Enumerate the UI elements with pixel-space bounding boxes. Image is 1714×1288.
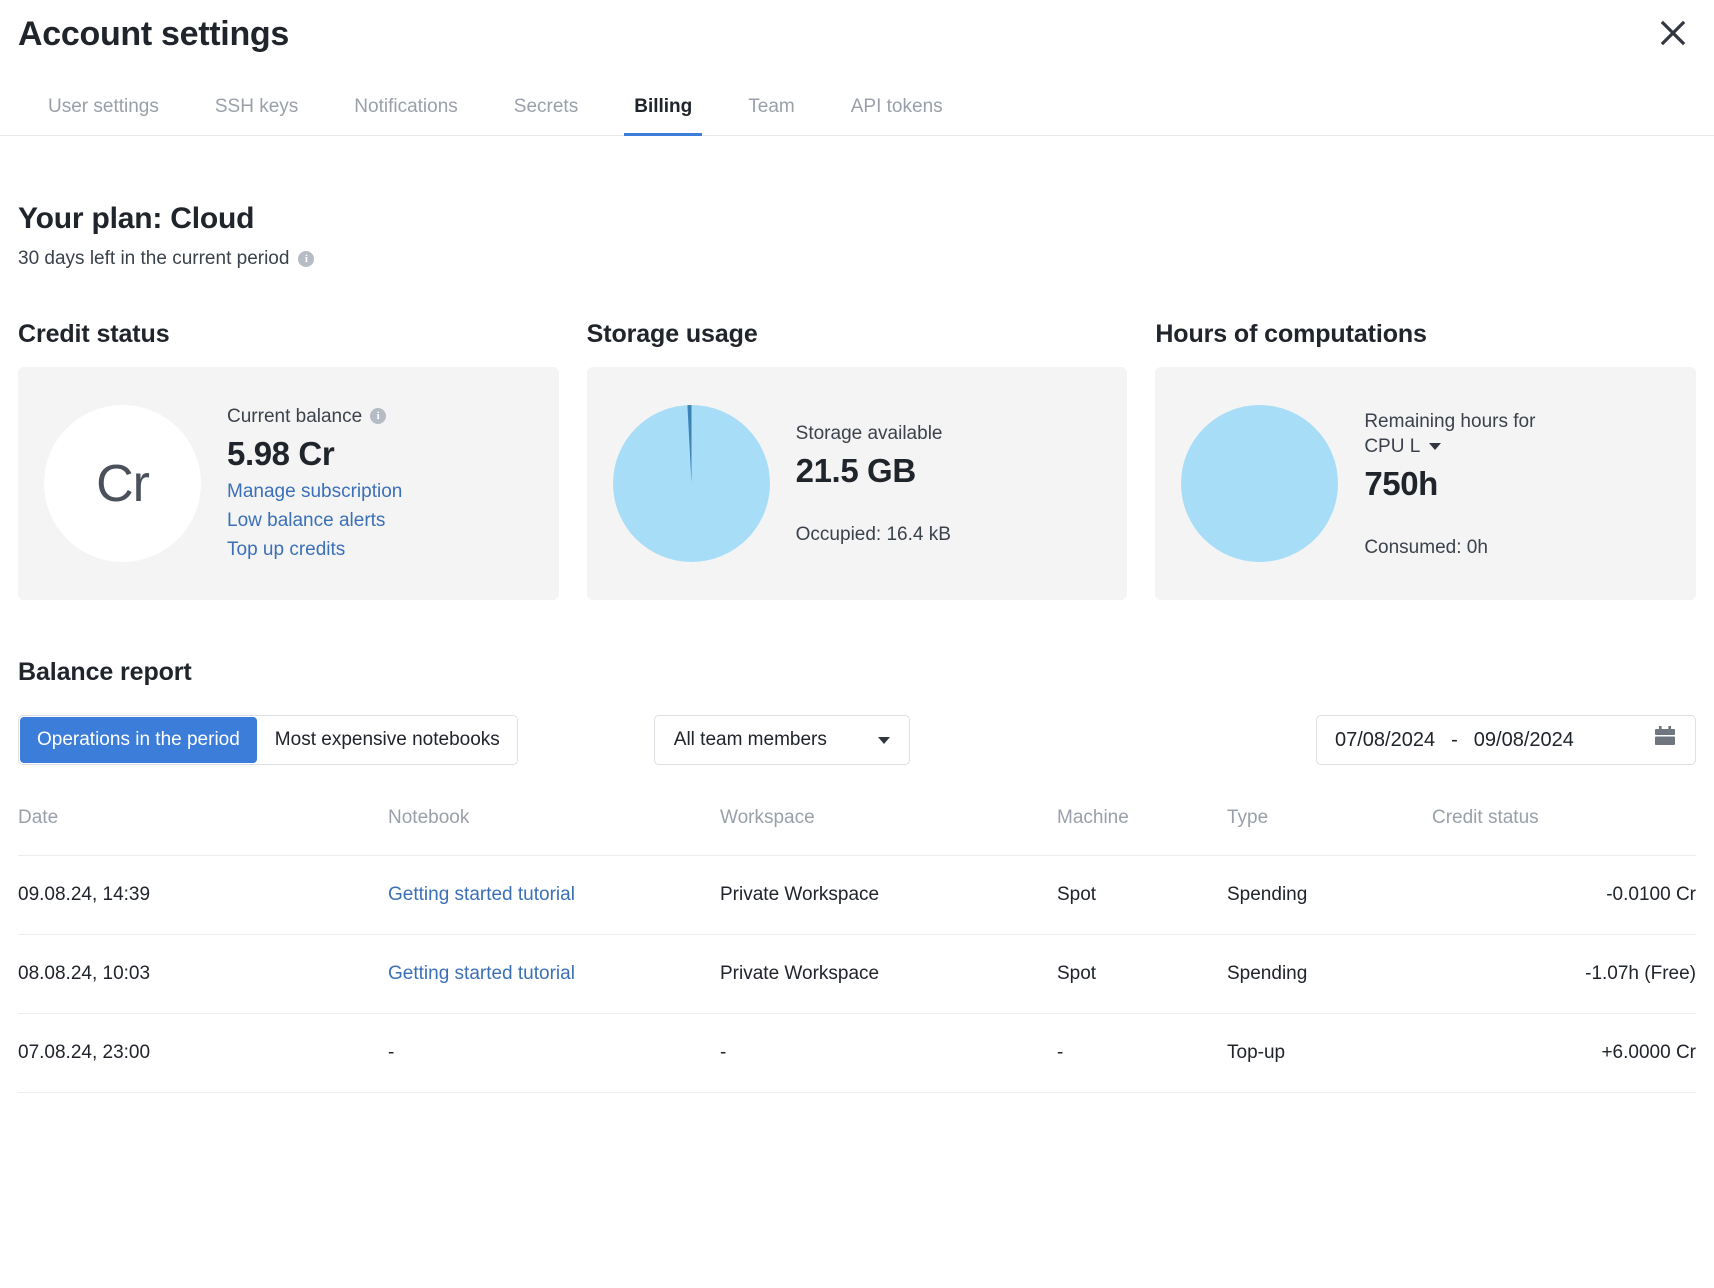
column-header-notebook: Notebook [388,807,720,856]
date-range-separator: - [1451,729,1458,752]
team-member-filter[interactable]: All team members [654,715,910,765]
cell-workspace: Private Workspace [720,856,1057,935]
credit-status-card: Cr Current balance i 5.98 Cr Manage subs… [18,367,559,600]
hours-pie-chart [1181,405,1338,562]
notebook-link[interactable]: Getting started tutorial [388,884,575,905]
tab-ssh-keys[interactable]: SSH keys [187,95,326,135]
table-row: 09.08.24, 14:39 Getting started tutorial… [18,856,1696,935]
tab-secrets[interactable]: Secrets [486,95,606,135]
date-range-picker[interactable]: 07/08/2024 - 09/08/2024 [1316,715,1696,765]
column-header-machine: Machine [1057,807,1227,856]
page-title: Account settings [18,0,1696,56]
hours-body: Remaining hours for CPU L 750h Consumed:… [1364,409,1535,559]
machine-type-value: CPU L [1364,434,1420,459]
plan-title: Your plan: Cloud [18,202,1696,236]
credit-status-heading: Credit status [18,320,559,349]
storage-usage-section: Storage usage Storage available 21.5 GB … [587,320,1128,600]
remaining-hours-value: 750h [1364,465,1535,503]
cell-type: Spending [1227,856,1432,935]
tab-api-tokens[interactable]: API tokens [823,95,971,135]
column-header-type: Type [1227,807,1432,856]
info-icon[interactable]: i [370,408,386,424]
date-range-values: 07/08/2024 - 09/08/2024 [1335,729,1574,752]
operations-table: Date Notebook Workspace Machine Type Cre… [18,807,1696,1093]
cell-notebook: Getting started tutorial [388,935,720,1014]
storage-available-label: Storage available [796,421,951,446]
notebook-link[interactable]: Getting started tutorial [388,963,575,984]
balance-report-heading: Balance report [18,658,1696,687]
storage-available-value: 21.5 GB [796,452,951,490]
tab-user-settings[interactable]: User settings [18,95,187,135]
settings-tabs: User settings SSH keys Notifications Sec… [0,80,1714,136]
report-mode-toggle: Operations in the period Most expensive … [18,715,518,765]
column-header-workspace: Workspace [720,807,1057,856]
cell-date: 09.08.24, 14:39 [18,856,388,935]
date-range-from: 07/08/2024 [1335,729,1435,752]
manage-subscription-link[interactable]: Manage subscription [227,477,402,506]
dialog-header: Account settings [0,0,1714,56]
plan-period-label: 30 days left in the current period [18,248,289,270]
cell-machine: Spot [1057,935,1227,1014]
cell-notebook: Getting started tutorial [388,856,720,935]
credit-status-section: Credit status Cr Current balance i 5.98 … [18,320,559,600]
cell-date: 08.08.24, 10:03 [18,935,388,1014]
current-balance-label: Current balance [227,404,362,429]
storage-usage-card: Storage available 21.5 GB Occupied: 16.4… [587,367,1128,600]
machine-type-dropdown[interactable]: CPU L [1364,434,1535,459]
cell-workspace: Private Workspace [720,935,1057,1014]
cell-date: 07.08.24, 23:00 [18,1014,388,1093]
storage-pie-chart [613,405,770,562]
credit-status-links: Manage subscription Low balance alerts T… [227,477,402,564]
tab-team[interactable]: Team [720,95,822,135]
cell-machine: - [1057,1014,1227,1093]
cell-notebook: - [388,1014,720,1093]
chevron-down-icon [1429,443,1441,450]
credit-status-body: Current balance i 5.98 Cr Manage subscri… [227,404,402,564]
cell-credit-status: -1.07h (Free) [1432,935,1696,1014]
credit-avatar-label: Cr [44,405,201,562]
cell-machine: Spot [1057,856,1227,935]
storage-usage-heading: Storage usage [587,320,1128,349]
tab-notifications[interactable]: Notifications [326,95,486,135]
tab-billing[interactable]: Billing [606,95,720,135]
team-member-filter-value: All team members [674,729,827,751]
cell-type: Top-up [1227,1014,1432,1093]
billing-summary-cards: Credit status Cr Current balance i 5.98 … [18,320,1696,600]
close-icon[interactable] [1654,14,1692,52]
hours-of-computations-section: Hours of computations Remaining hours fo… [1155,320,1696,600]
table-row: 07.08.24, 23:00 - - - Top-up +6.0000 Cr [18,1014,1696,1093]
hours-consumed-text: Consumed: 0h [1364,537,1535,559]
top-up-credits-link[interactable]: Top up credits [227,535,402,564]
remaining-hours-label: Remaining hours for [1364,409,1535,434]
table-row: 08.08.24, 10:03 Getting started tutorial… [18,935,1696,1014]
column-header-credit-status: Credit status [1432,807,1696,856]
date-range-to: 09/08/2024 [1474,729,1574,752]
current-balance-value: 5.98 Cr [227,435,402,473]
chevron-down-icon [878,737,890,744]
credit-avatar: Cr [44,405,201,562]
segment-most-expensive-notebooks[interactable]: Most expensive notebooks [258,716,517,764]
segment-operations-in-period[interactable]: Operations in the period [20,717,257,763]
cell-credit-status: +6.0000 Cr [1432,1014,1696,1093]
storage-occupied-text: Occupied: 16.4 kB [796,524,951,546]
hours-heading: Hours of computations [1155,320,1696,349]
balance-report-controls: Operations in the period Most expensive … [18,715,1696,765]
calendar-icon[interactable] [1653,725,1677,755]
plan-period: 30 days left in the current period i [18,248,1696,270]
low-balance-alerts-link[interactable]: Low balance alerts [227,506,402,535]
info-icon[interactable]: i [298,251,314,267]
cell-credit-status: -0.0100 Cr [1432,856,1696,935]
current-balance-label-row: Current balance i [227,404,402,429]
column-header-date: Date [18,807,388,856]
hours-card: Remaining hours for CPU L 750h Consumed:… [1155,367,1696,600]
storage-usage-body: Storage available 21.5 GB Occupied: 16.4… [796,421,951,546]
cell-workspace: - [720,1014,1057,1093]
table-header-row: Date Notebook Workspace Machine Type Cre… [18,807,1696,856]
cell-type: Spending [1227,935,1432,1014]
